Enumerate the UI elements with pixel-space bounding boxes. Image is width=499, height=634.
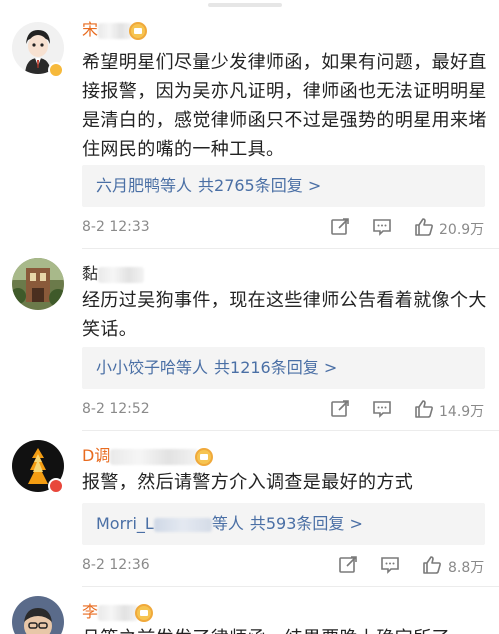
replies-users-prefix[interactable]: Morri_L (96, 514, 154, 533)
share-icon[interactable] (330, 399, 350, 419)
redacted-name (98, 22, 133, 39)
comment-time: 8-2 12:52 (82, 401, 150, 417)
comment-icon[interactable] (380, 555, 400, 575)
like-count[interactable]: 8.8万 (448, 557, 484, 577)
redacted-name (98, 266, 145, 283)
comment-text: 希望明星们尽量少发律师函，如果有问题，最好直接报警，因为吴亦凡证明，律师函也无法… (82, 52, 487, 160)
comment-time: 8-2 12:36 (82, 557, 150, 573)
share-icon[interactable] (330, 217, 350, 237)
replies-link[interactable]: 小小饺子哈等人 共1216条回复 > (82, 347, 485, 389)
username-text[interactable]: 李 (82, 602, 98, 621)
redacted-name (110, 448, 199, 465)
like-count[interactable]: 14.9万 (439, 401, 484, 421)
username-text[interactable]: D调 (82, 446, 110, 465)
redacted-name (153, 517, 212, 532)
username[interactable]: 宋 (82, 16, 148, 40)
replies-count[interactable]: 共2765条回复 > (198, 176, 321, 195)
replies-users[interactable]: 小小饺子哈等人 (96, 358, 208, 377)
avatar[interactable] (12, 258, 64, 310)
username-text[interactable]: 黏 (82, 264, 98, 283)
comment-meta: 8-2 12:52 14.9万 (82, 399, 487, 421)
like-count[interactable]: 20.9万 (439, 219, 484, 239)
username-text[interactable]: 宋 (82, 20, 98, 39)
replies-count[interactable]: 共1216条回复 > (214, 358, 337, 377)
comment-divider (82, 430, 499, 431)
thumbs-up-icon[interactable] (422, 555, 442, 575)
replies-link[interactable]: Morri_L 等人 共593条回复 > (82, 503, 485, 545)
redacted-name (98, 604, 139, 621)
comment-text: 经历过吴狗事件，现在这些律师公告看着就像个大笑话。 (82, 290, 487, 340)
crown-badge-icon (135, 603, 154, 622)
replies-users[interactable]: 等人 (212, 514, 244, 533)
username[interactable]: 黏 (82, 260, 145, 284)
comment-time: 8-2 12:33 (82, 219, 150, 235)
comment-text: 且等之前发发了律师函，结果要晚上确定所了 (82, 624, 487, 634)
comment-meta: 8-2 12:36 8.8万 (82, 555, 487, 577)
drag-handle (208, 3, 282, 7)
replies-users[interactable]: 六月肥鸭等人 (96, 176, 192, 195)
verified-badge-icon (48, 62, 64, 78)
comment-icon[interactable] (372, 217, 392, 237)
avatar[interactable] (12, 596, 64, 634)
verified-badge-icon (48, 478, 64, 494)
comment-meta: 8-2 12:33 20.9万 (82, 217, 487, 239)
thumbs-up-icon[interactable] (414, 217, 434, 237)
username[interactable]: D调 (82, 442, 214, 466)
replies-count[interactable]: 共593条回复 > (250, 514, 363, 533)
comment-divider (82, 248, 499, 249)
crown-badge-icon (195, 447, 214, 466)
thumbs-up-icon[interactable] (414, 399, 434, 419)
username[interactable]: 李 (82, 598, 154, 622)
comment-divider (82, 586, 499, 587)
replies-link[interactable]: 六月肥鸭等人 共2765条回复 > (82, 165, 485, 207)
comment-icon[interactable] (372, 399, 392, 419)
share-icon[interactable] (338, 555, 358, 575)
comment-text: 报警，然后请警方介入调查是最好的方式 (82, 472, 414, 493)
crown-badge-icon (129, 21, 148, 40)
